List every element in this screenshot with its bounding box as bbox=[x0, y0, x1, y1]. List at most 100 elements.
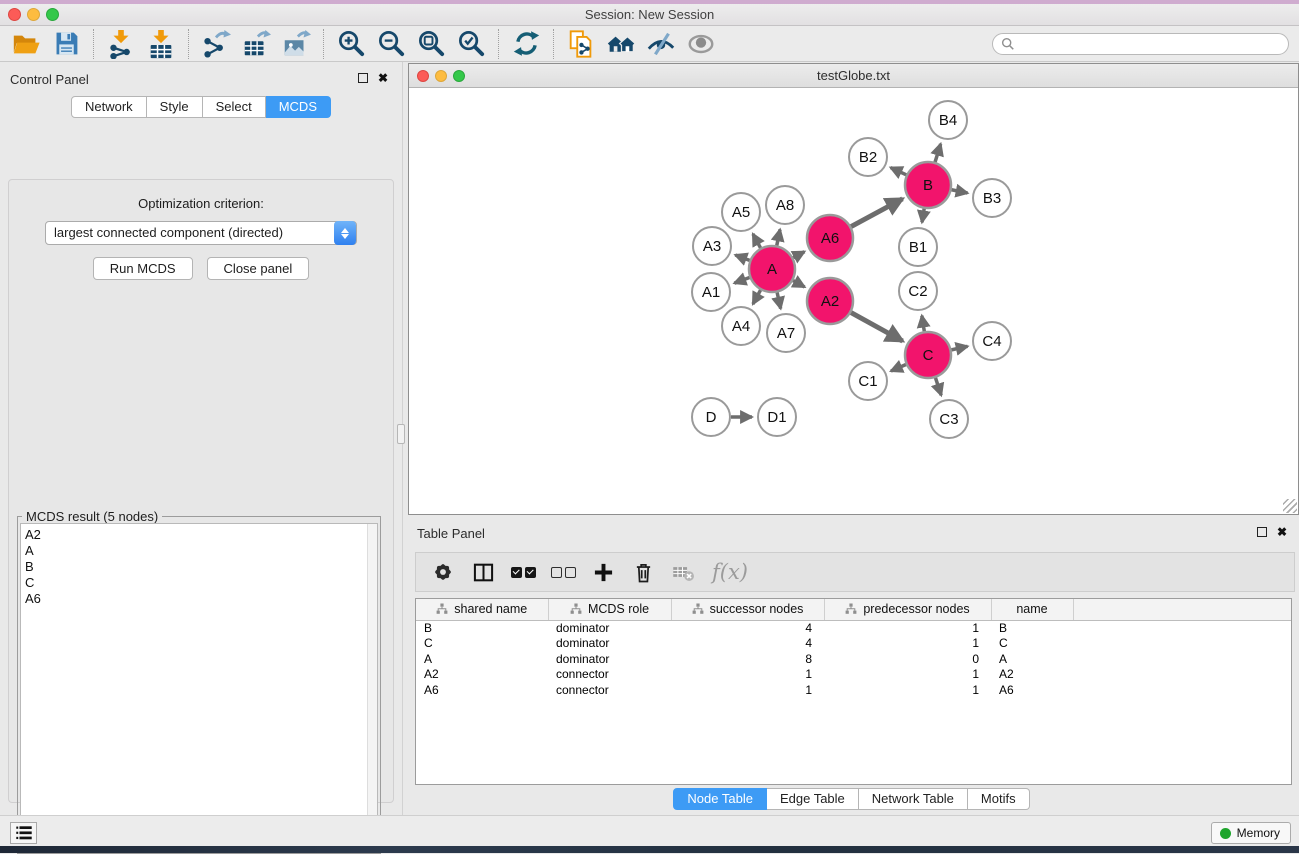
table-cell[interactable]: dominator bbox=[548, 620, 671, 636]
result-item[interactable]: A bbox=[25, 543, 377, 559]
table-cell[interactable]: A bbox=[991, 651, 1073, 667]
graph-edge-A-A1[interactable] bbox=[734, 277, 749, 283]
table-cell[interactable]: 1 bbox=[824, 667, 991, 683]
window-resize-grip[interactable] bbox=[1283, 499, 1297, 513]
panel-split-grip[interactable] bbox=[397, 424, 405, 444]
function-builder-button[interactable]: f(x) bbox=[712, 560, 748, 584]
table-cell[interactable]: 8 bbox=[671, 651, 824, 667]
close-network-button[interactable] bbox=[417, 70, 429, 82]
table-cell[interactable]: A2 bbox=[991, 667, 1073, 683]
tab-network[interactable]: Network bbox=[71, 96, 147, 118]
graph-edge-C-C3[interactable] bbox=[935, 378, 941, 395]
table-cell[interactable]: 1 bbox=[824, 620, 991, 636]
tab-motifs[interactable]: Motifs bbox=[968, 788, 1030, 810]
graph-edge-C-C4[interactable] bbox=[951, 346, 967, 350]
table-cell[interactable]: connector bbox=[548, 682, 671, 698]
memory-button[interactable]: Memory bbox=[1211, 822, 1291, 844]
table-row[interactable]: Adominator80A bbox=[416, 651, 1291, 667]
float-panel-icon[interactable] bbox=[1257, 527, 1267, 537]
table-row[interactable]: A2connector11A2 bbox=[416, 667, 1291, 683]
network-window-titlebar[interactable]: testGlobe.txt bbox=[409, 64, 1298, 88]
graph-edge-A6-B[interactable] bbox=[851, 199, 902, 227]
table-cell[interactable]: 4 bbox=[671, 636, 824, 652]
graph-edge-B-B3[interactable] bbox=[952, 190, 968, 193]
graph-edge-A-A4[interactable] bbox=[753, 290, 761, 304]
graph-edge-B-B1[interactable] bbox=[922, 209, 924, 223]
graph-edge-C-C1[interactable] bbox=[891, 365, 906, 372]
maximize-window-button[interactable] bbox=[46, 8, 59, 21]
task-history-button[interactable] bbox=[10, 822, 37, 844]
table-cell[interactable]: A2 bbox=[416, 667, 548, 683]
table-cell[interactable]: B bbox=[991, 620, 1073, 636]
table-cell[interactable]: A6 bbox=[416, 682, 548, 698]
save-session-button[interactable] bbox=[46, 28, 86, 60]
graph-edge-A-A3[interactable] bbox=[735, 255, 749, 260]
table-row[interactable]: A6connector11A6 bbox=[416, 682, 1291, 698]
table-cell[interactable]: C bbox=[416, 636, 548, 652]
select-all-button[interactable] bbox=[508, 557, 538, 587]
graph-edge-A-A5[interactable] bbox=[753, 234, 761, 248]
close-panel-button[interactable]: Close panel bbox=[207, 257, 310, 280]
graph-edge-B-B2[interactable] bbox=[891, 168, 907, 175]
hide-preview-button[interactable] bbox=[641, 28, 681, 60]
refresh-view-button[interactable] bbox=[506, 28, 546, 60]
column-header-name[interactable]: name bbox=[991, 599, 1073, 620]
table-cell[interactable]: B bbox=[416, 620, 548, 636]
table-cell[interactable]: 1 bbox=[824, 636, 991, 652]
split-columns-button[interactable] bbox=[468, 557, 498, 587]
zoom-in-button[interactable] bbox=[331, 28, 371, 60]
tab-edge-table[interactable]: Edge Table bbox=[767, 788, 859, 810]
delete-table-button[interactable] bbox=[668, 557, 698, 587]
network-graph[interactable]: B4B2BB3A8A5A6A3B1AA1C2A2A4A7CC4C1C3DD1 bbox=[409, 88, 1298, 514]
float-panel-icon[interactable] bbox=[358, 73, 368, 83]
table-cell[interactable]: dominator bbox=[548, 651, 671, 667]
graph-edge-B-B4[interactable] bbox=[935, 144, 941, 162]
table-cell[interactable]: 1 bbox=[824, 682, 991, 698]
table-row[interactable]: Cdominator41C bbox=[416, 636, 1291, 652]
graph-edge-A-A7[interactable] bbox=[777, 292, 781, 308]
export-network-button[interactable] bbox=[196, 28, 236, 60]
result-item[interactable]: C bbox=[25, 575, 377, 591]
home-overview-button[interactable] bbox=[601, 28, 641, 60]
export-table-button[interactable] bbox=[236, 28, 276, 60]
maximize-network-button[interactable] bbox=[453, 70, 465, 82]
node-table[interactable]: shared nameMCDS rolesuccessor nodesprede… bbox=[415, 598, 1292, 785]
tab-select[interactable]: Select bbox=[203, 96, 266, 118]
import-table-button[interactable] bbox=[141, 28, 181, 60]
table-cell[interactable]: 1 bbox=[671, 667, 824, 683]
table-cell[interactable]: 1 bbox=[671, 682, 824, 698]
table-cell[interactable]: 4 bbox=[671, 620, 824, 636]
tab-node-table[interactable]: Node Table bbox=[673, 788, 767, 810]
result-item[interactable]: A2 bbox=[25, 527, 377, 543]
import-network-button[interactable] bbox=[101, 28, 141, 60]
result-item[interactable]: B bbox=[25, 559, 377, 575]
table-row[interactable]: Bdominator41B bbox=[416, 620, 1291, 636]
graph-edge-C-C2[interactable] bbox=[922, 316, 924, 332]
table-cell[interactable]: dominator bbox=[548, 636, 671, 652]
table-cell[interactable]: 0 bbox=[824, 651, 991, 667]
close-window-button[interactable] bbox=[8, 8, 21, 21]
close-panel-icon[interactable]: ✖ bbox=[1277, 525, 1287, 539]
result-item[interactable]: A6 bbox=[25, 591, 377, 607]
close-panel-icon[interactable]: ✖ bbox=[378, 71, 388, 85]
column-header-successor-nodes[interactable]: successor nodes bbox=[671, 599, 824, 620]
delete-column-button[interactable] bbox=[628, 557, 658, 587]
tab-network-table[interactable]: Network Table bbox=[859, 788, 968, 810]
tab-style[interactable]: Style bbox=[147, 96, 203, 118]
copy-network-button[interactable] bbox=[561, 28, 601, 60]
result-scrollbar[interactable] bbox=[367, 524, 377, 850]
optimization-criterion-select[interactable]: largest connected component (directed) bbox=[45, 221, 357, 245]
column-header-MCDS-role[interactable]: MCDS role bbox=[548, 599, 671, 620]
network-canvas[interactable]: B4B2BB3A8A5A6A3B1AA1C2A2A4A7CC4C1C3DD1 bbox=[409, 88, 1298, 514]
column-header-shared-name[interactable]: shared name bbox=[416, 599, 548, 620]
table-cell[interactable]: connector bbox=[548, 667, 671, 683]
zoom-fit-button[interactable] bbox=[411, 28, 451, 60]
graph-edge-A2-C[interactable] bbox=[851, 313, 903, 341]
mcds-result-list[interactable]: A2 A B C A6 bbox=[20, 523, 378, 851]
export-image-button[interactable] bbox=[276, 28, 316, 60]
graph-edge-A-A6[interactable] bbox=[793, 252, 804, 258]
graph-edge-A-A2[interactable] bbox=[793, 281, 805, 287]
show-eye-button[interactable] bbox=[681, 28, 721, 60]
open-session-button[interactable] bbox=[6, 28, 46, 60]
table-cell[interactable]: A6 bbox=[991, 682, 1073, 698]
